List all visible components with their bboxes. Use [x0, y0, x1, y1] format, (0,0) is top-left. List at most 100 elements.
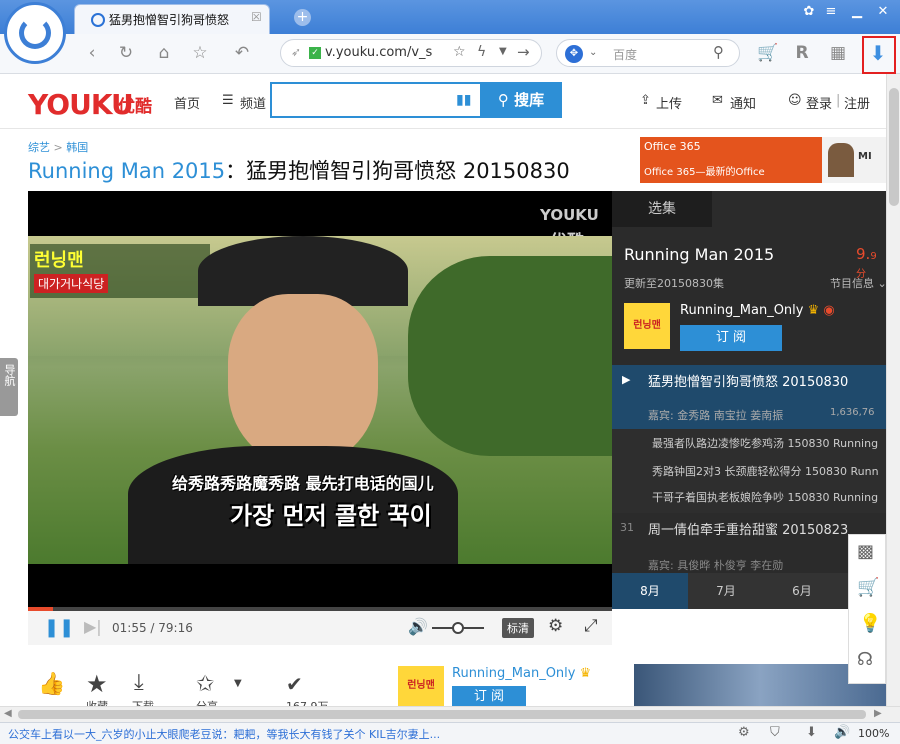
- youku-logo-cn[interactable]: 优酷: [118, 92, 152, 117]
- clip-item[interactable]: 最强者队路边凌惨吃参鸡汤 150830 Running: [652, 435, 886, 451]
- bookmark-star-button[interactable]: ☆: [188, 41, 212, 65]
- go-arrow-icon[interactable]: →: [517, 43, 530, 61]
- menu-icon[interactable]: ≡: [820, 4, 842, 22]
- channel-avatar[interactable]: 런닝맨: [624, 303, 670, 349]
- scroll-thumb[interactable]: [889, 88, 899, 206]
- cart-icon[interactable]: 🛒: [756, 41, 780, 65]
- tab-episodes[interactable]: 选集: [612, 191, 712, 227]
- office-ad-banner[interactable]: Office 365 Office 365—最新的Office MI: [640, 137, 886, 183]
- prev-episode-title[interactable]: 周一倩伯牵手重拾甜蜜 20150823: [648, 519, 848, 538]
- nav-home[interactable]: 首页: [174, 93, 200, 112]
- bottom-channel-name[interactable]: Running_Man_Only ♛: [452, 666, 591, 681]
- side-nav-tab[interactable]: 导航: [0, 358, 18, 416]
- tab-month-aug[interactable]: 8月: [612, 573, 688, 609]
- video-player[interactable]: YOUKU 优酷 런닝맨 대가거나식당 给秀路秀路魔秀路 最先打电话的国儿 가장…: [28, 191, 612, 607]
- rocket-icon: ➶: [291, 45, 302, 59]
- clip-item[interactable]: 秀路钟国2对3 长颈鹿轻松得分 150830 Runn: [652, 463, 886, 479]
- download-label[interactable]: 下载: [132, 698, 154, 706]
- channel-name[interactable]: Running_Man_Only ♛ ◉: [680, 303, 835, 318]
- nav-channel[interactable]: 频道: [240, 93, 266, 112]
- current-episode-guests: 嘉宾: 金秀路 南宝拉 姜南振: [648, 409, 784, 422]
- search-icon[interactable]: ⚲: [713, 43, 724, 61]
- volume-handle[interactable]: [452, 622, 464, 634]
- sound-status-icon[interactable]: 🔊: [834, 725, 850, 740]
- volume-slider[interactable]: [432, 622, 484, 634]
- crumb-variety[interactable]: 综艺: [28, 141, 50, 154]
- register-link[interactable]: 注册: [844, 93, 870, 112]
- uc-browser-logo[interactable]: [4, 2, 66, 64]
- channel-badge-icon: ◉: [823, 303, 835, 318]
- login-link[interactable]: 登录: [806, 93, 832, 112]
- favorite-icon[interactable]: ★: [86, 670, 108, 698]
- side-cart-icon[interactable]: 🛒: [857, 577, 879, 598]
- speed-icon[interactable]: ϟ: [477, 44, 486, 60]
- favorite-star-icon[interactable]: ☆: [453, 44, 466, 60]
- scroll-left-icon[interactable]: ◀: [4, 708, 12, 719]
- scroll-right-icon[interactable]: ▶: [874, 708, 882, 719]
- idea-bulb-icon[interactable]: 💡: [859, 613, 881, 634]
- video-trees: [408, 256, 612, 456]
- qrcode-icon[interactable]: ▩: [857, 541, 874, 562]
- notify-link[interactable]: 通知: [730, 93, 756, 112]
- new-tab-button[interactable]: +: [294, 9, 311, 26]
- subtitle-cn: 给秀路秀路魔秀路 最先打电话的国儿: [172, 474, 434, 493]
- upload-icon: ⇪: [640, 93, 651, 108]
- settings-gear-icon[interactable]: ⚙: [548, 616, 563, 636]
- skin-icon[interactable]: ✿: [798, 4, 820, 22]
- current-episode[interactable]: ▶ 猛男抱憎智引狗哥愤怒 20150830 嘉宾: 金秀路 南宝拉 姜南振 1,…: [612, 365, 886, 429]
- download-status-icon[interactable]: ⬇: [806, 725, 817, 740]
- back-button[interactable]: ‹: [80, 41, 104, 65]
- bottom-subscribe-button[interactable]: 订 阅: [452, 686, 526, 706]
- undo-close-button[interactable]: ↶: [230, 41, 254, 65]
- clip-list: 最强者队路边凌惨吃参鸡汤 150830 Running 秀路钟国2对3 长颈鹿轻…: [612, 429, 886, 513]
- home-button[interactable]: ⌂: [152, 41, 176, 65]
- browser-tab[interactable]: 猛男抱憎智引狗哥愤怒 ☒: [74, 4, 270, 34]
- status-news-link[interactable]: 公交车上看以一大_六岁的小止大眼爬老豆说：耙耙，等我长大有钱了关个 KIL吉尔妻…: [8, 726, 468, 742]
- volume-icon[interactable]: 🔊: [408, 617, 428, 636]
- address-bar[interactable]: ➶ ✓ v.youku.com/v_s ☆ ϟ ▼ →: [280, 39, 542, 67]
- subscribe-button[interactable]: 订 阅: [680, 325, 782, 351]
- h-scroll-thumb[interactable]: [18, 710, 866, 719]
- grid-apps-icon[interactable]: ▦: [826, 41, 850, 65]
- share-icon[interactable]: ✩: [196, 672, 214, 697]
- video-frame[interactable]: 런닝맨 대가거나식당 给秀路秀路魔秀路 最先打电话的国儿 가장 먼저 콜한 꾹이: [28, 236, 612, 564]
- headset-icon[interactable]: ☊: [857, 649, 873, 670]
- refresh-button[interactable]: ↻: [114, 41, 138, 65]
- crumb-korea[interactable]: 韩国: [66, 141, 88, 154]
- show-name-link[interactable]: Running Man 2015: [28, 159, 225, 183]
- download-video-icon[interactable]: ⤓: [134, 670, 144, 695]
- clip-item[interactable]: 干哥子着国执老板娘险争吵 150830 Running: [652, 489, 886, 505]
- r-extension-icon[interactable]: R: [790, 41, 814, 65]
- tab-close-icon[interactable]: ☒: [251, 10, 262, 24]
- zoom-level[interactable]: 100%: [858, 727, 889, 740]
- nav-channel-menu-icon[interactable]: ☰: [222, 93, 234, 108]
- favorite-label[interactable]: 收藏: [86, 698, 108, 706]
- gear-status-icon[interactable]: ⚙: [738, 725, 750, 740]
- player-controls: ❚❚ ▶| 01:55 / 79:16 🔊 标清 ⚙ ⤢: [28, 611, 612, 645]
- fullscreen-icon[interactable]: ⤢: [584, 616, 598, 636]
- share-label[interactable]: 分享: [196, 698, 218, 706]
- quality-button[interactable]: 标清: [502, 618, 534, 638]
- horizontal-scrollbar[interactable]: ◀ ▶: [0, 706, 900, 722]
- like-icon[interactable]: 👍: [38, 672, 65, 697]
- tab-month-jun[interactable]: 6月: [764, 573, 840, 609]
- dropdown-icon[interactable]: ▼: [499, 46, 507, 57]
- bottom-channel-avatar[interactable]: 런닝맨: [398, 666, 444, 706]
- upload-link[interactable]: 上传: [656, 93, 682, 112]
- shield-icon[interactable]: ⛉: [770, 725, 780, 740]
- vertical-scrollbar[interactable]: [886, 74, 900, 706]
- youku-search-input[interactable]: ▮▮: [270, 82, 482, 118]
- tab-month-jul[interactable]: 7月: [688, 573, 764, 609]
- pause-icon[interactable]: ❚❚: [44, 617, 74, 638]
- next-icon[interactable]: ▶|: [84, 617, 102, 636]
- search-bar[interactable]: ✥ ⌄ 百度 ⚲: [556, 39, 740, 67]
- overlay-runningman: 런닝맨: [34, 250, 84, 271]
- youku-search-button[interactable]: ⚲ 搜库: [480, 82, 562, 118]
- close-window-button[interactable]: ✕: [872, 4, 894, 22]
- show-info-link[interactable]: 节目信息 ⌄: [830, 275, 887, 291]
- chart-bars-icon: ▮▮: [456, 92, 472, 108]
- minimize-button[interactable]: ▁: [846, 4, 868, 22]
- search-input[interactable]: 百度: [613, 46, 637, 63]
- engine-dropdown-icon[interactable]: ⌄: [589, 47, 597, 58]
- share-dropdown-icon[interactable]: ▼: [234, 678, 242, 689]
